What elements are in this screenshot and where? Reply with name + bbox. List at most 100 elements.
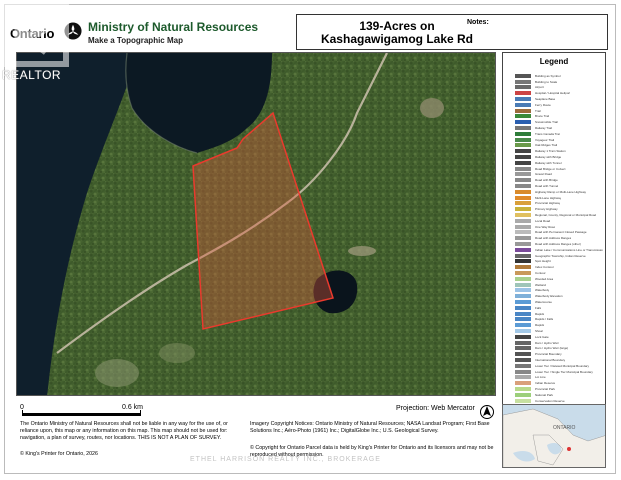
map-canvas (17, 53, 495, 395)
bottom-watermark: ETHEL HARRISON REALTY INC., BROKERAGE (190, 456, 381, 463)
legend-item-label: Railway 1 Train Station (535, 149, 566, 154)
legend-symbol-icon (515, 253, 531, 258)
legend-symbol-icon (515, 189, 531, 194)
legend-item-label: Ferry Route (535, 102, 551, 107)
legend-symbol-icon (515, 334, 531, 339)
legend-item-label: Dam / Hydro Weir (large) (535, 346, 569, 351)
legend-item-label: Provincial Boundary (535, 352, 562, 357)
legend-title: Legend (539, 57, 569, 66)
legend-item-label: Lower Tier / Single Tier Municipal Bound… (535, 369, 593, 374)
legend-item-label: Rapids (535, 323, 545, 328)
legend-symbol-icon (515, 346, 531, 351)
legend-symbol-icon (515, 305, 531, 310)
ministry-subtitle: Make a Topographic Map (88, 36, 183, 45)
legend-symbol-icon (515, 91, 531, 96)
legend-item-label: Lot Line (535, 375, 546, 380)
legend-symbol-icon (515, 340, 531, 345)
legend-item-label: Geographic Township, Indian Reserve (535, 253, 586, 258)
legend-symbol-icon (515, 218, 531, 223)
north-arrow-icon (480, 405, 494, 419)
legend-item-label: Index Contour (535, 265, 554, 270)
legend-item-label: Railway Trail (535, 126, 553, 131)
legend-item-label: Highway Ramp or Multi-Lane Highway (535, 189, 587, 194)
legend-symbol-icon (515, 137, 531, 142)
clearing (95, 359, 139, 387)
legend-symbol-icon (515, 131, 531, 136)
clearing (159, 343, 195, 363)
legend-item-label: Indian Lake / Communications Line or Tra… (535, 247, 603, 252)
legend-item-label: Primary Highway (535, 207, 558, 212)
legend-item-label: Building as Symbol (535, 73, 561, 78)
legend-symbol-icon (515, 79, 531, 84)
imagery-copyright-notice: Imagery Copyright Notices: Ontario Minis… (250, 421, 490, 434)
legend-symbol-icon (515, 85, 531, 90)
legend-symbol-icon (515, 230, 531, 235)
legend-item-label: Shoal (535, 328, 543, 333)
legend-symbol-icon (515, 114, 531, 119)
legend-symbol-icon (515, 247, 531, 252)
legend-item-label: Multi-Lane Highway (535, 195, 562, 200)
scale-bar (22, 413, 140, 416)
legend-symbol-icon (515, 178, 531, 183)
legend-item-label: Railway with Bridge (535, 155, 562, 160)
legend-symbol-icon (515, 213, 531, 218)
legend-item-label: Road with Address Ranges (535, 236, 572, 241)
legend-item-label: International Boundary (535, 357, 566, 362)
legend-symbol-icon (515, 207, 531, 212)
legend-symbol-icon (515, 155, 531, 160)
legend-item-label: Road with Bridge (535, 178, 558, 183)
legend-symbol-icon (515, 311, 531, 316)
inset-canvas: ONTARIO (503, 405, 605, 467)
legend-symbol-icon (515, 363, 531, 368)
legend-item-label: Bruce Trail (535, 114, 550, 119)
realtor-watermark: REALTOR (2, 68, 62, 82)
legend-symbol-icon (515, 195, 531, 200)
inset-ontario-label: ONTARIO (553, 425, 576, 431)
legend-item-label: Trail (535, 108, 541, 113)
clearing (348, 246, 376, 256)
legend-item-label: Lock Gate (535, 334, 549, 339)
legend-symbol-icon (515, 369, 531, 374)
legend-symbol-icon (515, 328, 531, 333)
legend-symbol-icon (515, 357, 531, 362)
legend-symbol-icon (515, 143, 531, 148)
legend-symbol-icon (515, 166, 531, 171)
scale-tick (22, 410, 23, 416)
legend-item-label: Road with Address Ranges (other) (535, 242, 581, 246)
legend-symbol-icon (515, 97, 531, 102)
satellite-map[interactable] (16, 52, 496, 396)
legend-item-label: Contour (535, 270, 546, 275)
legend-item-label: Wooded Area (535, 276, 554, 281)
legend-symbol-icon (515, 381, 531, 386)
legend-item-label: Local Road (535, 218, 551, 223)
legend-symbol-icon (515, 288, 531, 293)
legend-item-label: Provincial Park (535, 386, 556, 391)
legend-symbol-icon (515, 270, 531, 275)
legend-item-label: Falls (535, 305, 542, 310)
legend-item-label: Watercourse (535, 299, 552, 304)
legend-symbol-icon (515, 120, 531, 125)
map-title-line2: Kashagawigamog Lake Rd (320, 32, 474, 46)
legend-symbol-icon (515, 299, 531, 304)
legend-item-label: Regional, County, Regional or Municipal … (535, 213, 597, 218)
legend-symbol-icon (515, 259, 531, 264)
notes-label: Notes: (467, 19, 489, 26)
legend-symbol-icon (515, 184, 531, 189)
legend-item-label: Airport (535, 85, 544, 90)
legend-item-label: Snowmobile Trail (535, 120, 558, 125)
legend-symbol-icon (515, 126, 531, 131)
legend-item-label: Road with Permanent Closed Passage (535, 230, 587, 235)
legend-item-label: Conservation Reserve (535, 398, 565, 403)
scale-tick (140, 410, 141, 416)
legend-item-label: Seaplane Base (535, 97, 556, 102)
legend-item-label: Road Bridge or Culvert (535, 166, 566, 171)
legend-symbol-icon (515, 294, 531, 299)
legend-item-label: Building to Scale (535, 79, 558, 84)
legend-item-label: Road with Tunnel (535, 184, 559, 189)
projection-label: Projection: Web Mercator (396, 405, 475, 412)
legend-symbol-icon (515, 392, 531, 397)
legend-item-label: Hospital / Hospital Heliport (535, 91, 571, 96)
ministry-title: Ministry of Natural Resources (88, 20, 259, 34)
clearing (420, 98, 444, 118)
legend-item-label: Provincial Highway (535, 201, 561, 206)
